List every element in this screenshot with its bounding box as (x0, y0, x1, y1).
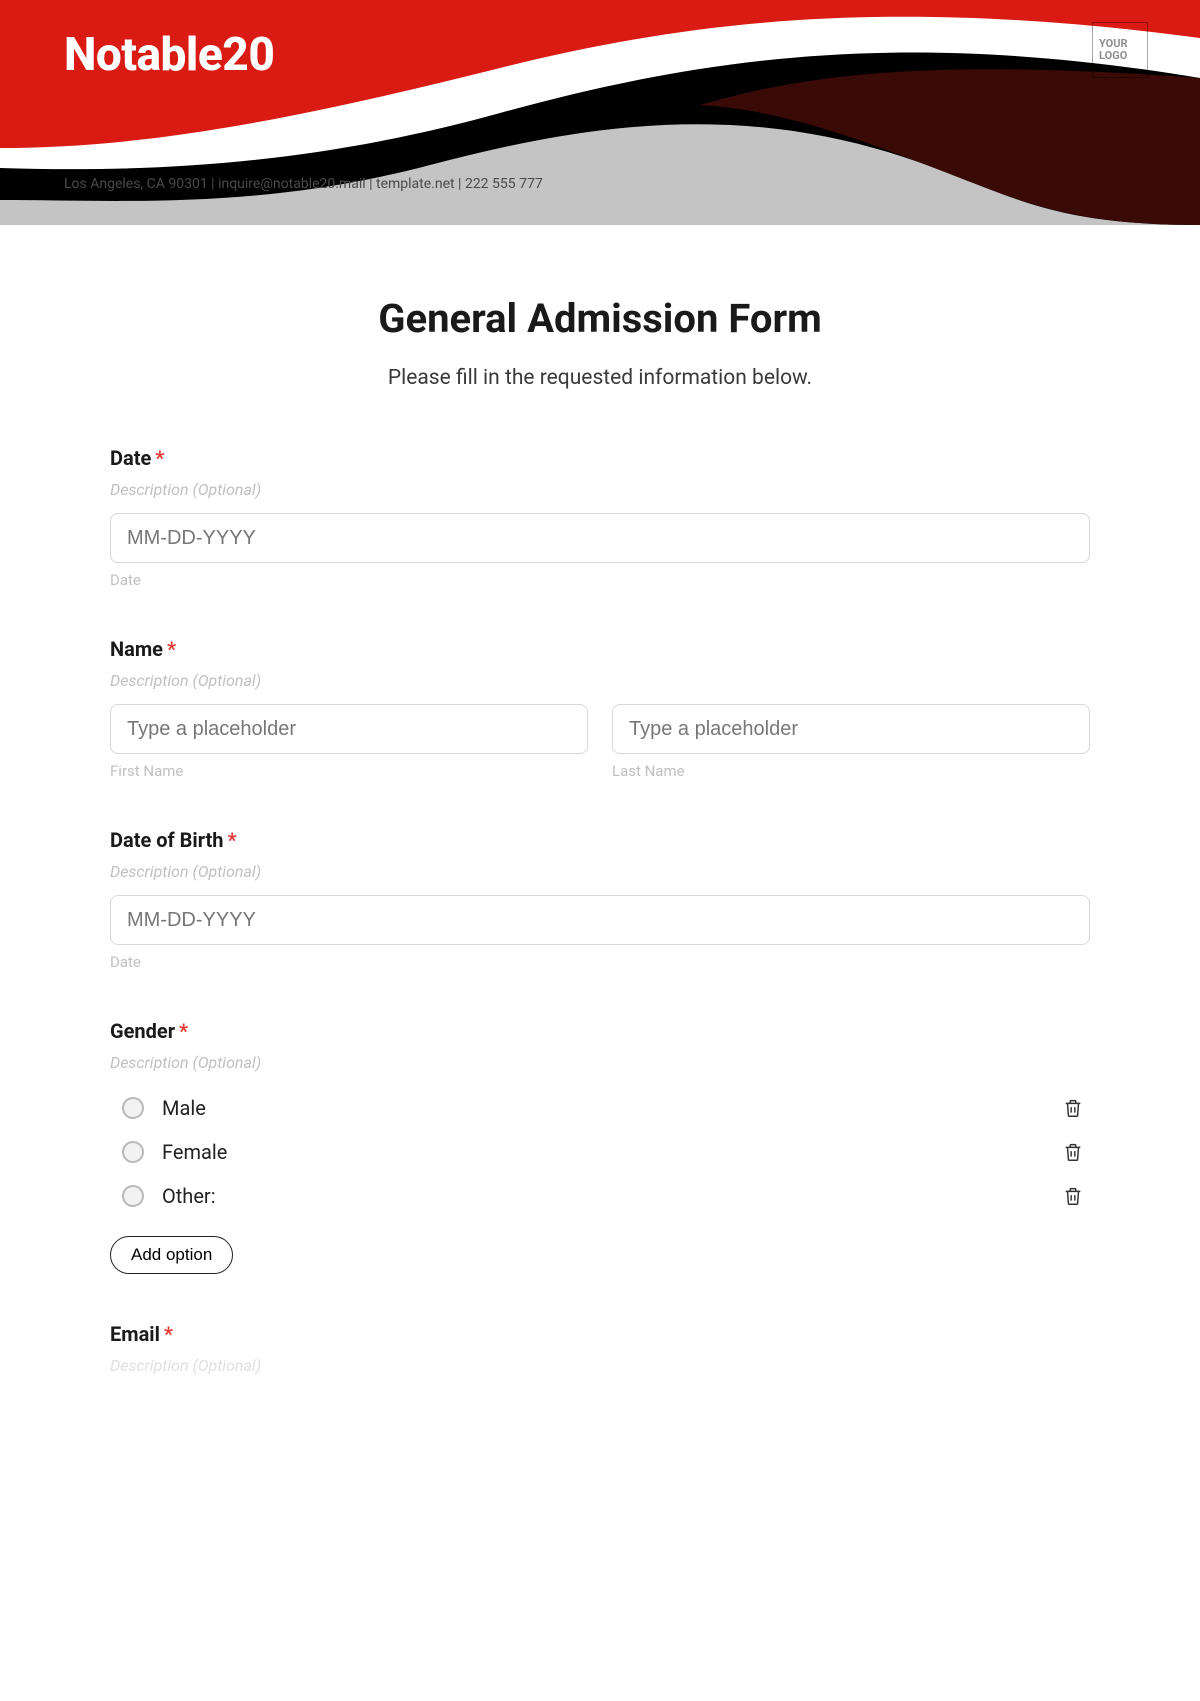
date-sublabel: Date (110, 571, 1090, 589)
header-banner: Notable20 YOUR LOGO Los Angeles, CA 9030… (0, 0, 1200, 225)
gender-option-label: Male (162, 1096, 1062, 1120)
trash-icon[interactable] (1062, 1097, 1084, 1119)
field-name: Name* Description (Optional) First Name … (110, 637, 1090, 780)
gender-option-male[interactable]: Male (110, 1086, 1090, 1130)
form-subtitle: Please fill in the requested information… (110, 366, 1090, 390)
required-star: * (228, 828, 237, 852)
brand-title: Notable20 (64, 28, 274, 82)
required-star: * (179, 1019, 188, 1043)
field-date: Date* Description (Optional) Date (110, 446, 1090, 589)
required-star: * (164, 1322, 173, 1346)
contact-info: Los Angeles, CA 90301 | inquire@notable2… (64, 176, 543, 192)
date-description[interactable]: Description (Optional) (110, 480, 1090, 499)
radio-icon[interactable] (122, 1141, 144, 1163)
first-name-sublabel: First Name (110, 762, 588, 780)
logo-placeholder: YOUR LOGO (1092, 22, 1148, 78)
last-name-sublabel: Last Name (612, 762, 1090, 780)
field-gender: Gender* Description (Optional) Male Fema… (110, 1019, 1090, 1274)
dob-label-text: Date of Birth (110, 828, 224, 852)
required-star: * (167, 637, 176, 661)
gender-option-female[interactable]: Female (110, 1130, 1090, 1174)
gender-label: Gender* (110, 1019, 1090, 1043)
date-input[interactable] (110, 513, 1090, 563)
radio-icon[interactable] (122, 1185, 144, 1207)
gender-description[interactable]: Description (Optional) (110, 1053, 1090, 1072)
gender-label-text: Gender (110, 1019, 175, 1043)
field-email: Email* Description (Optional) (110, 1322, 1090, 1375)
required-star: * (155, 446, 164, 470)
dob-sublabel: Date (110, 953, 1090, 971)
last-name-input[interactable] (612, 704, 1090, 754)
trash-icon[interactable] (1062, 1185, 1084, 1207)
gender-option-other[interactable]: Other: (110, 1174, 1090, 1218)
email-description[interactable]: Description (Optional) (110, 1356, 1090, 1375)
first-name-input[interactable] (110, 704, 588, 754)
name-label: Name* (110, 637, 1090, 661)
gender-option-label: Female (162, 1140, 1062, 1164)
trash-icon[interactable] (1062, 1141, 1084, 1163)
email-label-text: Email (110, 1322, 160, 1346)
radio-icon[interactable] (122, 1097, 144, 1119)
dob-description[interactable]: Description (Optional) (110, 862, 1090, 881)
gender-option-label: Other: (162, 1184, 1062, 1208)
logo-line2: LOGO (1099, 50, 1147, 62)
name-description[interactable]: Description (Optional) (110, 671, 1090, 690)
field-dob: Date of Birth* Description (Optional) Da… (110, 828, 1090, 971)
dob-label: Date of Birth* (110, 828, 1090, 852)
date-label-text: Date (110, 446, 151, 470)
name-label-text: Name (110, 637, 163, 661)
form-title: General Admission Form (110, 295, 1090, 342)
dob-input[interactable] (110, 895, 1090, 945)
add-option-button[interactable]: Add option (110, 1236, 233, 1274)
date-label: Date* (110, 446, 1090, 470)
form-container: General Admission Form Please fill in th… (0, 225, 1200, 1429)
email-label: Email* (110, 1322, 1090, 1346)
